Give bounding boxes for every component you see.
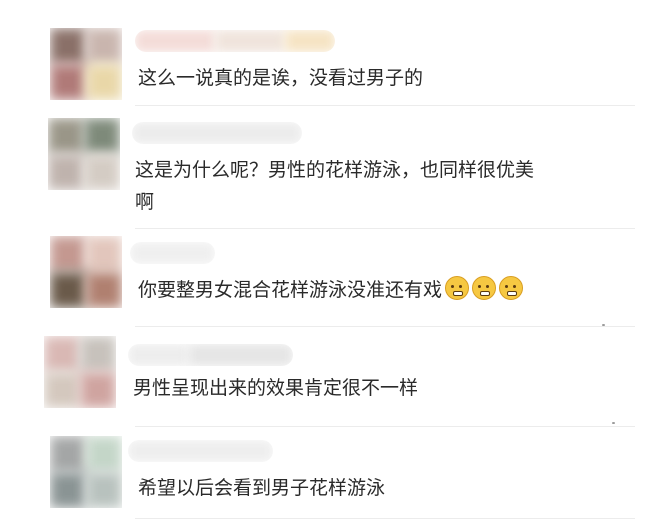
avatar[interactable]: [50, 28, 122, 100]
comment-text: 希望以后会看到男子花样游泳: [138, 477, 386, 499]
username-blurred[interactable]: [132, 122, 302, 144]
comment-item: 希望以后会看到男子花样游泳: [0, 430, 658, 530]
avatar[interactable]: [50, 236, 122, 308]
comment-item: 这是为什么呢？男性的花样游泳，也同样很优美 啊: [0, 110, 658, 230]
comment-text: 你要整男女混合花样游泳没准还有戏: [138, 279, 443, 301]
comment-text: 这么一说真的是诶，没看过男子的: [138, 67, 424, 89]
divider: [135, 228, 635, 229]
doge-icon: [499, 276, 524, 300]
divider: [135, 518, 635, 519]
more-dot-icon: [612, 422, 615, 424]
doge-icon: [472, 276, 497, 300]
username-blurred[interactable]: [128, 440, 273, 462]
comment-text: 男性呈现出来的效果肯定很不一样: [133, 377, 419, 399]
comment-text-line2: 啊: [135, 191, 155, 213]
comment-item: 你要整男女混合花样游泳没准还有戏: [0, 230, 658, 330]
username-blurred[interactable]: [128, 344, 293, 366]
comment-text-with-emoji: 你要整男女混合花样游泳没准还有戏: [138, 274, 524, 306]
divider: [135, 105, 635, 106]
divider: [135, 426, 635, 427]
comment-text-line1: 这是为什么呢？男性的花样游泳，也同样很优美: [135, 159, 535, 181]
comment-item: 这么一说真的是诶，没看过男子的: [0, 0, 658, 110]
doge-icon: [445, 276, 470, 300]
username-blurred[interactable]: [135, 30, 335, 52]
comment-item: 男性呈现出来的效果肯定很不一样: [0, 330, 658, 430]
avatar[interactable]: [50, 436, 122, 508]
avatar[interactable]: [48, 118, 120, 190]
username-blurred[interactable]: [130, 242, 215, 264]
divider: [135, 326, 635, 327]
avatar[interactable]: [44, 336, 116, 408]
